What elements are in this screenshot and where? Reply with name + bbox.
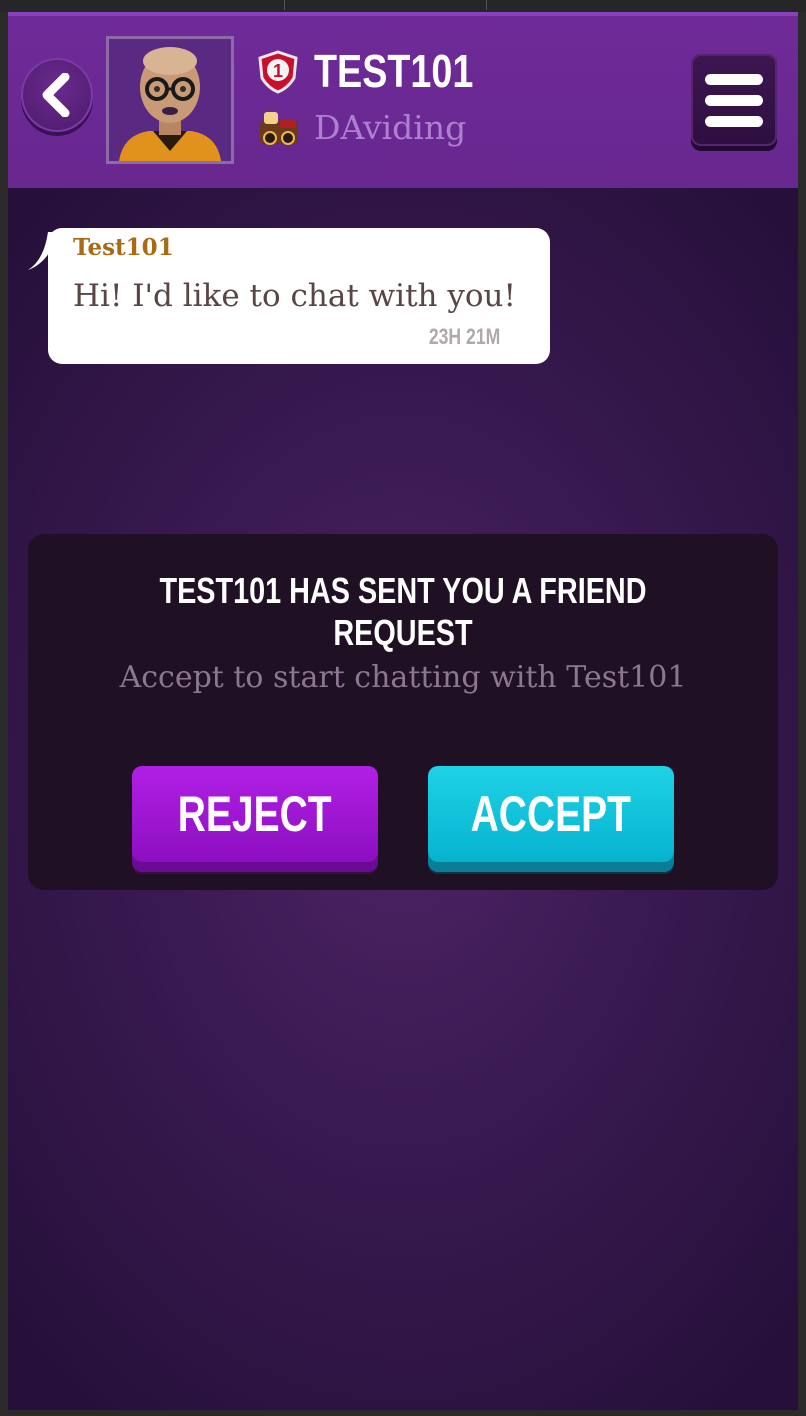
divider [486, 0, 487, 10]
reject-button[interactable]: REJECT [132, 766, 378, 862]
menu-bar [705, 74, 763, 85]
menu-button[interactable] [691, 54, 777, 146]
friend-request-subtitle: Accept to start chatting with Test101 [119, 660, 687, 695]
message-timestamp: 23H 21M [428, 324, 500, 349]
player-avatar[interactable] [106, 36, 234, 164]
team-name: DAviding [314, 108, 467, 147]
chat-screen: 1 TEST101 DAviding Test101 Hi! I'd like … [8, 12, 798, 1410]
back-button[interactable] [21, 58, 93, 132]
message-sender: Test101 [73, 234, 174, 261]
chat-header: 1 TEST101 DAviding [8, 12, 798, 188]
menu-bar [705, 95, 763, 106]
menu-bar [705, 116, 763, 127]
shield-rank-icon: 1 [258, 50, 298, 94]
friend-request-title: TEST101 HAS SENT YOU A FRIEND REQUEST [159, 570, 647, 653]
accept-button[interactable]: ACCEPT [428, 766, 674, 862]
accept-button-label: ACCEPT [470, 786, 632, 842]
message-text: Hi! I'd like to chat with you! [73, 278, 516, 314]
divider [284, 0, 285, 10]
chat-message-bubble: Test101 Hi! I'd like to chat with you! 2… [48, 228, 550, 364]
player-name: TEST101 [314, 45, 474, 97]
friend-request-card: TEST101 HAS SENT YOU A FRIEND REQUEST Ac… [28, 534, 778, 890]
editor-top-strip [0, 0, 806, 12]
svg-text:1: 1 [273, 61, 283, 81]
reject-button-label: REJECT [178, 786, 332, 842]
chevron-left-icon [42, 73, 70, 117]
team-badge-icon [260, 112, 298, 145]
avatar-portrait [109, 39, 231, 161]
